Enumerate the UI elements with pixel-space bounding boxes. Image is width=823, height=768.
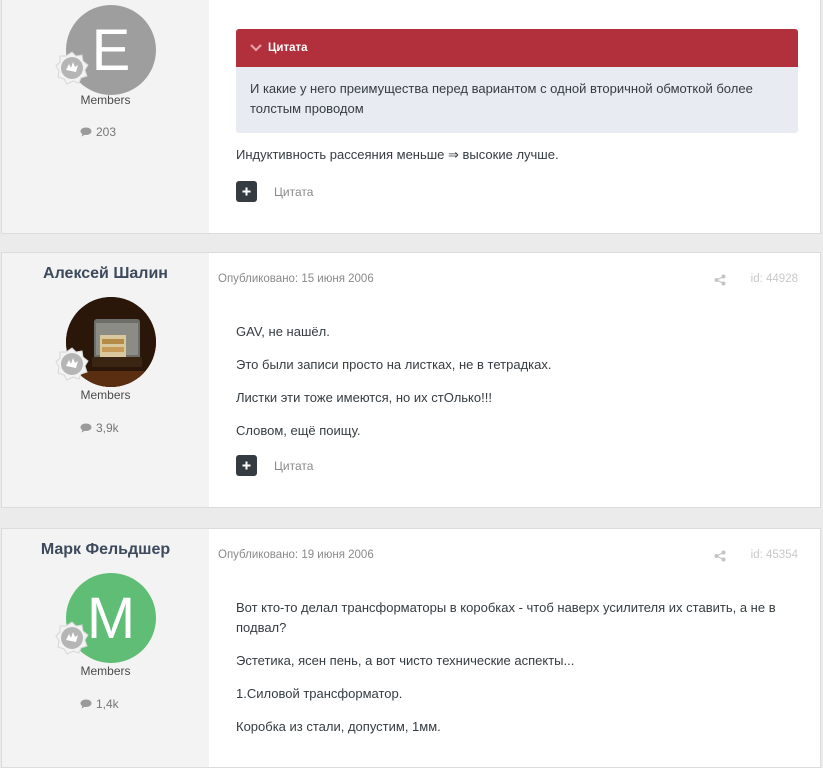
post-content: Опубликовано: 19 июня 2006 id: 45354 Вот… <box>218 529 798 767</box>
post-3: Марк Фельдшер M Members 1,4k Опубликован… <box>1 528 821 768</box>
avatar-letter: E <box>91 17 131 83</box>
paragraph: Вот кто-то делал трансформаторы в коробк… <box>236 600 776 635</box>
paragraph: Индуктивность рассеяния меньше ⇒ высокие… <box>236 147 559 162</box>
rank-badge-icon <box>55 51 89 85</box>
post-1: E Members 203 Цитата И какие у него преи… <box>1 0 821 234</box>
post-date[interactable]: Опубликовано: 15 июня 2006 <box>218 273 374 285</box>
paragraph: Листки эти тоже имеются, но их стОлько!!… <box>236 390 492 405</box>
member-group: Members <box>80 664 131 678</box>
post-date[interactable]: Опубликовано: 19 июня 2006 <box>218 549 374 561</box>
quote-button[interactable]: Цитата <box>274 459 313 473</box>
multiquote-button[interactable] <box>236 181 257 202</box>
post-id[interactable]: id: 45354 <box>751 549 798 561</box>
comment-icon <box>80 699 92 709</box>
post-content: Опубликовано: 15 июня 2006 id: 44928 GAV… <box>218 253 798 507</box>
rank-badge-icon <box>55 621 89 655</box>
post-count-value: 1,4k <box>96 697 119 711</box>
post-count-value: 3,9k <box>96 421 119 435</box>
paragraph: 1.Силовой трансформатор. <box>236 686 403 701</box>
multiquote-button[interactable] <box>236 455 257 476</box>
member-group: Members <box>80 388 131 402</box>
post-count: 1,4k <box>80 697 119 711</box>
avatar-letter: M <box>86 585 136 651</box>
share-icon[interactable] <box>714 274 726 286</box>
post-body: Вот кто-то делал трансформаторы в коробк… <box>236 598 798 737</box>
post-body: Индуктивность рассеяния меньше ⇒ высокие… <box>236 145 559 165</box>
post-body: GAV, не нашёл. Это были записи просто на… <box>236 322 551 441</box>
post-count: 203 <box>80 125 116 139</box>
author-panel: E Members 203 <box>2 0 209 233</box>
share-icon[interactable] <box>714 550 726 562</box>
author-name[interactable]: Алексей Шалин <box>2 265 209 283</box>
paragraph: Коробка из стали, допустим, 1мм. <box>236 719 441 734</box>
paragraph: GAV, не нашёл. <box>236 324 330 339</box>
author-panel: Марк Фельдшер M Members 1,4k <box>2 529 209 767</box>
paragraph: Это были записи просто на листках, не в … <box>236 357 552 372</box>
quote-text: И какие у него преимущества перед вариан… <box>250 81 753 116</box>
rank-badge-icon <box>55 347 89 381</box>
quote-block: Цитата И какие у него преимущества перед… <box>236 29 798 133</box>
post-count: 3,9k <box>80 421 119 435</box>
paragraph: Эстетика, ясен пень, а вот чисто техниче… <box>236 653 575 668</box>
plus-icon <box>242 461 251 470</box>
post-content: Цитата И какие у него преимущества перед… <box>218 0 798 233</box>
quote-button[interactable]: Цитата <box>274 185 313 199</box>
quote-header[interactable]: Цитата <box>236 29 798 67</box>
comment-icon <box>80 127 92 137</box>
plus-icon <box>242 187 251 196</box>
comment-icon <box>80 423 92 433</box>
post-id[interactable]: id: 44928 <box>751 273 798 285</box>
quote-title: Цитата <box>268 42 308 54</box>
chevron-down-icon <box>250 44 262 52</box>
author-panel: Алексей Шалин Members 3,9k <box>2 253 209 507</box>
author-name[interactable]: Марк Фельдшер <box>2 541 209 559</box>
post-2: Алексей Шалин Members 3,9k Опубликовано:… <box>1 252 821 508</box>
member-group: Members <box>80 93 131 107</box>
paragraph: Словом, ещё поищу. <box>236 423 361 438</box>
post-count-value: 203 <box>96 125 117 139</box>
